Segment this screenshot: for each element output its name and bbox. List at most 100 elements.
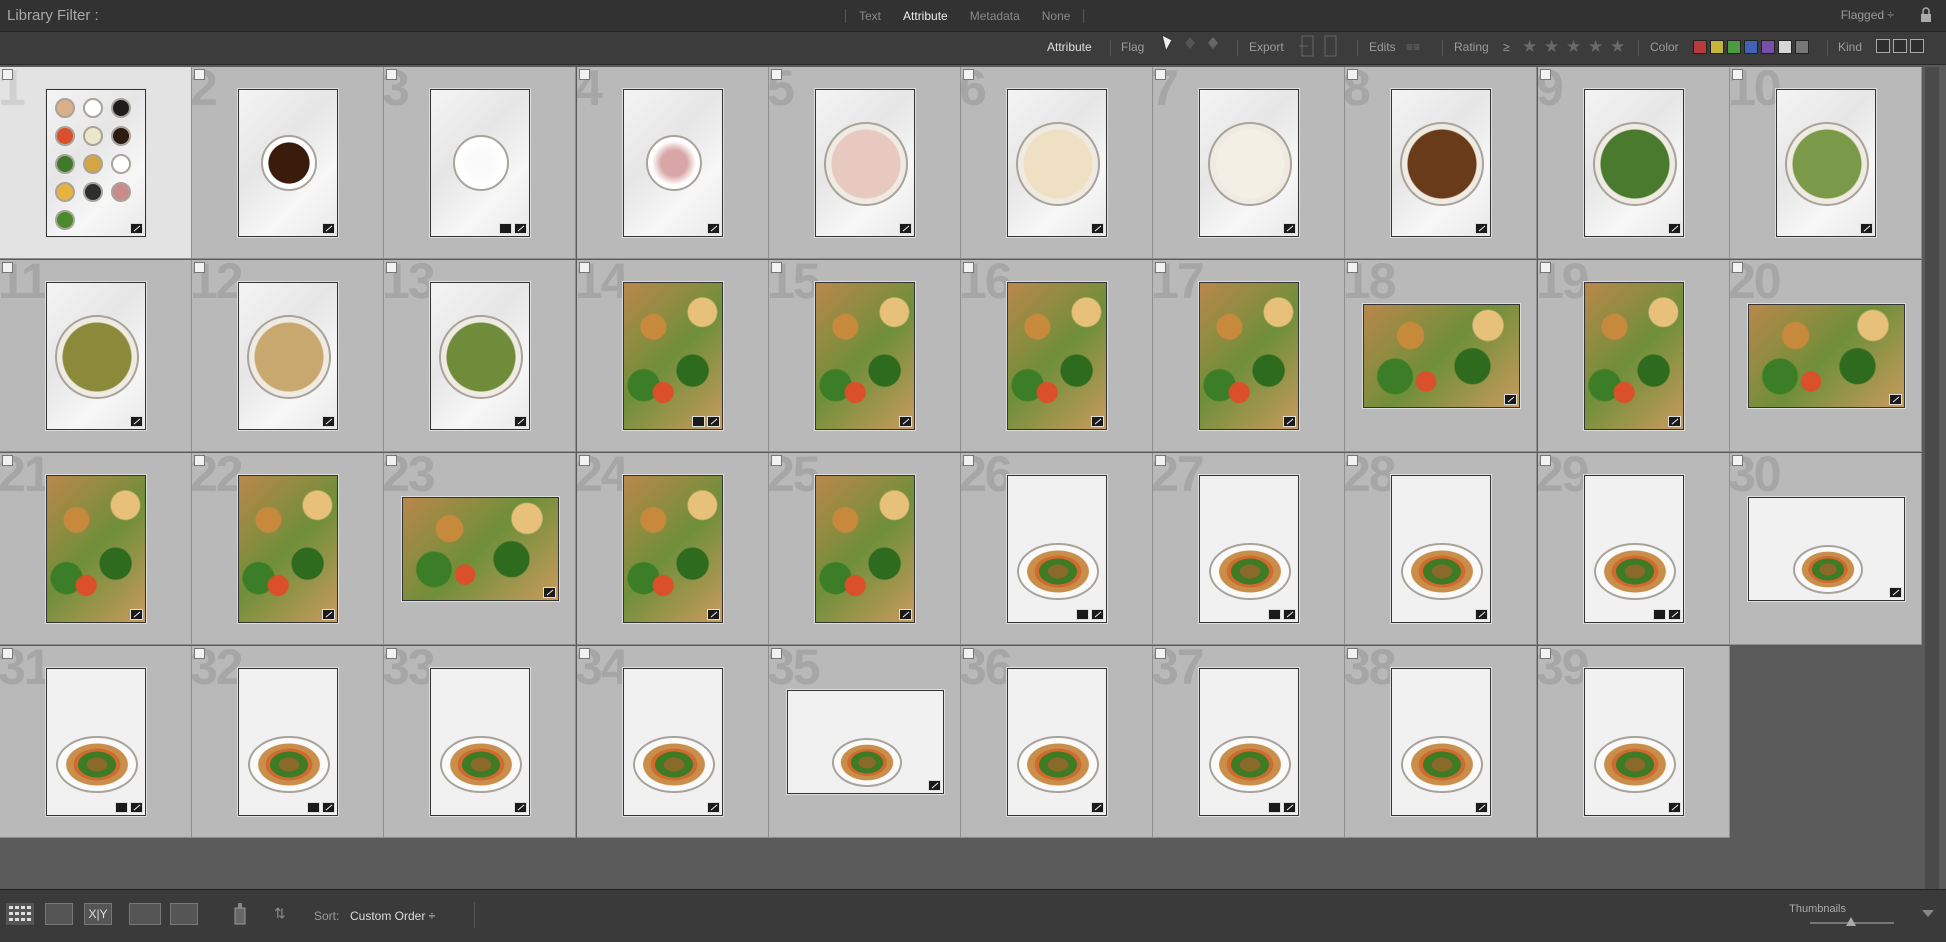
develop-adjustments-icon[interactable]	[1283, 223, 1296, 234]
thumbnail-cell[interactable]: 37	[1153, 646, 1345, 838]
develop-adjustments-icon[interactable]	[130, 802, 143, 813]
tab-text[interactable]: Text	[848, 9, 892, 23]
photo-thumbnail[interactable]	[1391, 89, 1491, 237]
painter-icon[interactable]	[232, 902, 248, 926]
color-label-swatch[interactable]	[1693, 40, 1707, 54]
develop-adjustments-icon[interactable]	[1091, 802, 1104, 813]
thumbnail-cell[interactable]: 22	[192, 453, 384, 645]
develop-adjustments-icon[interactable]	[322, 609, 335, 620]
kind-virtual-copy-icon[interactable]	[1893, 39, 1907, 53]
quick-collection-checkbox[interactable]	[194, 455, 205, 466]
quick-collection-checkbox[interactable]	[386, 262, 397, 273]
quick-collection-checkbox[interactable]	[579, 262, 590, 273]
photo-thumbnail[interactable]	[430, 668, 530, 816]
quick-collection-checkbox[interactable]	[1347, 262, 1358, 273]
quick-collection-checkbox[interactable]	[1347, 69, 1358, 80]
photo-thumbnail[interactable]	[430, 282, 530, 430]
photo-thumbnail[interactable]	[815, 89, 915, 237]
develop-adjustments-icon[interactable]	[1283, 416, 1296, 427]
quick-collection-checkbox[interactable]	[194, 648, 205, 659]
thumbnail-cell[interactable]: 21	[0, 453, 192, 645]
crop-badge-icon[interactable]	[115, 802, 128, 813]
tab-none[interactable]: None	[1031, 9, 1082, 23]
quick-collection-checkbox[interactable]	[386, 648, 397, 659]
photo-thumbnail[interactable]	[623, 282, 723, 430]
photo-thumbnail[interactable]	[1776, 89, 1876, 237]
develop-adjustments-icon[interactable]	[514, 223, 527, 234]
quick-collection-checkbox[interactable]	[1155, 648, 1166, 659]
develop-adjustments-icon[interactable]	[322, 223, 335, 234]
develop-adjustments-icon[interactable]	[514, 416, 527, 427]
star-icon[interactable]: ★	[1588, 37, 1603, 57]
quick-collection-checkbox[interactable]	[1540, 648, 1551, 659]
thumbnail-cell[interactable]: 35	[769, 646, 961, 838]
people-view-icon[interactable]	[170, 903, 198, 925]
photo-thumbnail[interactable]	[623, 668, 723, 816]
photo-thumbnail[interactable]	[1199, 668, 1299, 816]
thumbnail-cell[interactable]: 10	[1730, 67, 1922, 259]
quick-collection-checkbox[interactable]	[963, 69, 974, 80]
photo-thumbnail[interactable]	[1007, 89, 1107, 237]
develop-adjustments-icon[interactable]	[514, 802, 527, 813]
thumbnail-cell[interactable]: 28	[1345, 453, 1537, 645]
star-icon[interactable]: ★	[1522, 37, 1537, 57]
color-label-swatch[interactable]	[1727, 40, 1741, 54]
develop-adjustments-icon[interactable]	[707, 802, 720, 813]
thumbnail-cell[interactable]: 33	[384, 646, 576, 838]
quick-collection-checkbox[interactable]	[194, 69, 205, 80]
rating-operator[interactable]: ≥	[1503, 40, 1510, 54]
develop-adjustments-icon[interactable]	[1889, 587, 1902, 598]
thumbnail-cell[interactable]: 4	[577, 67, 769, 259]
photo-thumbnail[interactable]	[1584, 475, 1684, 623]
grid-view-icon[interactable]	[6, 903, 34, 925]
develop-adjustments-icon[interactable]	[130, 609, 143, 620]
develop-adjustments-icon[interactable]	[899, 223, 912, 234]
photo-thumbnail[interactable]	[623, 475, 723, 623]
photo-thumbnail[interactable]	[623, 89, 723, 237]
quick-collection-checkbox[interactable]	[771, 262, 782, 273]
photo-thumbnail[interactable]	[402, 497, 559, 601]
develop-adjustments-icon[interactable]	[1475, 609, 1488, 620]
quick-collection-checkbox[interactable]	[386, 455, 397, 466]
thumbnail-cell[interactable]: 19	[1538, 260, 1730, 452]
photo-thumbnail[interactable]	[46, 282, 146, 430]
quick-collection-checkbox[interactable]	[1347, 455, 1358, 466]
photo-thumbnail[interactable]	[815, 475, 915, 623]
photo-thumbnail[interactable]	[1748, 304, 1905, 408]
develop-adjustments-icon[interactable]	[130, 416, 143, 427]
thumbnail-cell[interactable]: 3	[384, 67, 576, 259]
photo-thumbnail[interactable]	[46, 475, 146, 623]
quick-collection-checkbox[interactable]	[1540, 262, 1551, 273]
rejected-filter-icon[interactable]	[1206, 34, 1220, 52]
photo-thumbnail[interactable]	[815, 282, 915, 430]
star-icon[interactable]: ★	[1544, 37, 1559, 57]
kind-video-icon[interactable]	[1910, 39, 1924, 53]
develop-adjustments-icon[interactable]	[707, 416, 720, 427]
photo-thumbnail[interactable]	[1007, 475, 1107, 623]
develop-adjustments-icon[interactable]	[543, 587, 556, 598]
crop-badge-icon[interactable]	[1268, 802, 1281, 813]
photo-thumbnail[interactable]	[46, 668, 146, 816]
thumbnail-cell[interactable]: 39	[1538, 646, 1730, 838]
quick-collection-checkbox[interactable]	[1155, 455, 1166, 466]
export-filter-icon[interactable]	[1299, 35, 1315, 57]
photo-thumbnail[interactable]	[1584, 89, 1684, 237]
quick-collection-checkbox[interactable]	[771, 69, 782, 80]
develop-adjustments-icon[interactable]	[1889, 394, 1902, 405]
sort-order-dropdown[interactable]: Custom Order ÷	[350, 909, 435, 923]
thumbnail-cell[interactable]: 16	[961, 260, 1153, 452]
develop-adjustments-icon[interactable]	[322, 416, 335, 427]
develop-adjustments-icon[interactable]	[1091, 223, 1104, 234]
photo-thumbnail[interactable]	[1391, 475, 1491, 623]
photo-thumbnail[interactable]	[1363, 304, 1520, 408]
quick-collection-checkbox[interactable]	[963, 262, 974, 273]
slider-knob[interactable]	[1846, 917, 1856, 926]
thumbnail-cell[interactable]: 30	[1730, 453, 1922, 645]
color-label-swatch[interactable]	[1795, 40, 1809, 54]
color-label-swatch[interactable]	[1778, 40, 1792, 54]
photo-thumbnail[interactable]	[1584, 668, 1684, 816]
edits-filter-icon[interactable]: ≡≡	[1406, 40, 1420, 54]
photo-thumbnail[interactable]	[1199, 282, 1299, 430]
not-exported-filter-icon[interactable]	[1323, 35, 1339, 57]
develop-adjustments-icon[interactable]	[1668, 802, 1681, 813]
